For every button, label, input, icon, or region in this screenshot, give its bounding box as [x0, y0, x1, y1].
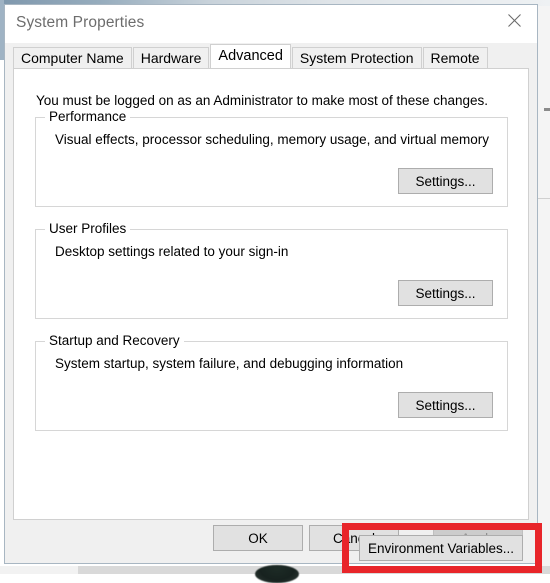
- administrator-note: You must be logged on as an Administrato…: [36, 93, 489, 108]
- background-window-divider: [538, 198, 550, 199]
- window-title: System Properties: [16, 14, 145, 31]
- startup-and-recovery-settings-button[interactable]: Settings...: [398, 392, 493, 418]
- group-performance-legend: Performance: [45, 109, 131, 124]
- group-user-profiles: User Profiles Desktop settings related t…: [35, 221, 508, 319]
- close-icon: [507, 14, 521, 27]
- tab-strip: Computer Name Hardware Advanced System P…: [5, 43, 537, 68]
- environment-variables-button[interactable]: Environment Variables...: [359, 535, 523, 561]
- taskbar-icon: [255, 565, 299, 583]
- tab-system-protection[interactable]: System Protection: [291, 47, 422, 68]
- system-properties-dialog: System Properties Computer Name Hardware…: [4, 4, 542, 573]
- title-bar: System Properties: [5, 5, 537, 44]
- group-performance: Performance Visual effects, processor sc…: [35, 109, 508, 207]
- performance-settings-button[interactable]: Settings...: [398, 168, 493, 194]
- group-user-profiles-description: Desktop settings related to your sign-in: [55, 244, 289, 259]
- ok-button[interactable]: OK: [213, 525, 303, 551]
- group-user-profiles-legend: User Profiles: [45, 221, 131, 236]
- group-startup-and-recovery: Startup and Recovery System startup, sys…: [35, 333, 508, 431]
- screen: System Properties Computer Name Hardware…: [0, 0, 550, 583]
- tab-computer-name[interactable]: Computer Name: [13, 47, 132, 68]
- tab-remote[interactable]: Remote: [422, 47, 488, 68]
- tab-hardware[interactable]: Hardware: [132, 47, 210, 68]
- background-window-right: [537, 6, 550, 566]
- user-profiles-settings-button[interactable]: Settings...: [398, 280, 493, 306]
- tab-list: Computer Name Hardware Advanced System P…: [13, 44, 489, 68]
- group-performance-description: Visual effects, processor scheduling, me…: [55, 132, 489, 147]
- advanced-tab-panel: You must be logged on as an Administrato…: [13, 68, 542, 573]
- close-button[interactable]: [491, 5, 537, 36]
- tab-advanced[interactable]: Advanced: [210, 44, 291, 68]
- background-window-mark: [544, 108, 550, 111]
- group-startup-and-recovery-description: System startup, system failure, and debu…: [55, 356, 404, 371]
- taskbar-strip-light: [0, 566, 78, 574]
- group-startup-and-recovery-legend: Startup and Recovery: [45, 333, 184, 348]
